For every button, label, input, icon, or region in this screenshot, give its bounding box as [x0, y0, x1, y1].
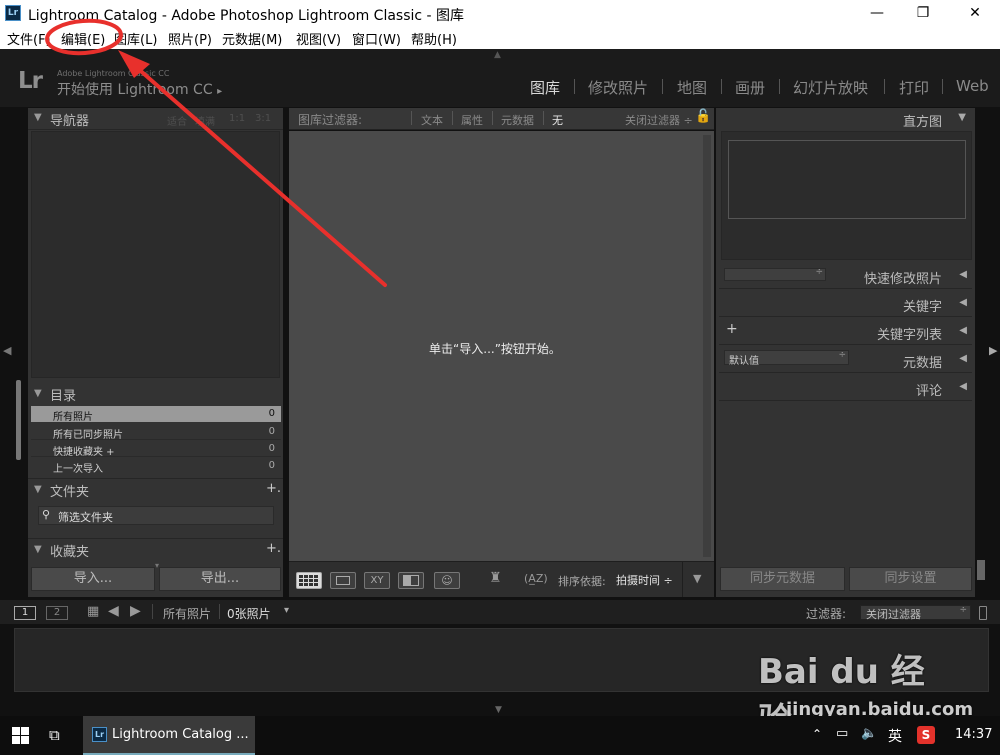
lightroom-window: Lr Lightroom Catalog - Adobe Photoshop L…: [0, 0, 1000, 755]
annotation-arrow-line: [133, 64, 387, 287]
annotation-circle: [45, 18, 123, 56]
annotation-overlay: [45, 18, 387, 287]
